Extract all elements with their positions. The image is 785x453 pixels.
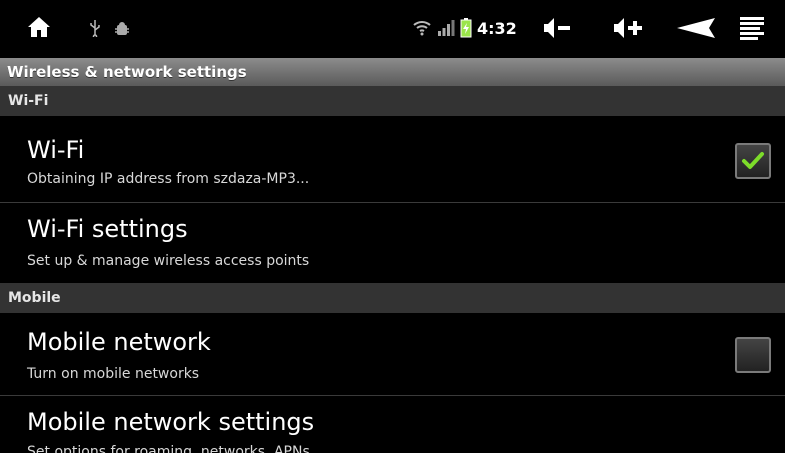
volume-up-icon[interactable] xyxy=(612,16,644,40)
wifi-icon xyxy=(413,20,431,36)
mobile-network-settings-title: Mobile network settings xyxy=(27,408,315,436)
status-bar: 4:32 xyxy=(0,0,785,58)
mobile-network-title: Mobile network xyxy=(27,328,211,356)
mobile-network-summary: Turn on mobile networks xyxy=(27,366,200,382)
section-header-mobile: Mobile xyxy=(0,283,785,313)
back-icon[interactable] xyxy=(675,17,717,39)
setting-item-wifi[interactable]: Wi-Fi Obtaining IP address from szdaza-M… xyxy=(0,116,785,202)
page-title: Wireless & network settings xyxy=(0,58,785,86)
debug-icon xyxy=(115,20,129,36)
signal-icon xyxy=(437,20,455,36)
clock: 4:32 xyxy=(477,19,517,38)
section-header-wifi: Wi-Fi xyxy=(0,86,785,116)
battery-icon xyxy=(460,18,472,38)
wifi-summary: Obtaining IP address from szdaza-MP3... xyxy=(27,171,310,187)
wifi-title: Wi-Fi xyxy=(27,136,85,164)
setting-item-wifi-settings[interactable]: Wi-Fi settings Set up & manage wireless … xyxy=(0,203,785,283)
checkmark-icon xyxy=(742,152,764,169)
mobile-network-settings-summary: Set options for roaming, networks, APNs xyxy=(27,444,310,453)
mobile-network-checkbox[interactable] xyxy=(735,337,771,373)
setting-item-mobile-network-settings[interactable]: Mobile network settings Set options for … xyxy=(0,396,785,453)
setting-item-mobile-network[interactable]: Mobile network Turn on mobile networks xyxy=(0,313,785,395)
volume-down-icon[interactable] xyxy=(542,16,572,40)
wifi-checkbox[interactable] xyxy=(735,143,771,179)
menu-icon[interactable] xyxy=(740,16,764,40)
wifi-settings-title: Wi-Fi settings xyxy=(27,215,188,243)
home-icon[interactable] xyxy=(26,15,52,39)
usb-icon xyxy=(89,19,101,37)
wifi-settings-summary: Set up & manage wireless access points xyxy=(27,253,310,269)
